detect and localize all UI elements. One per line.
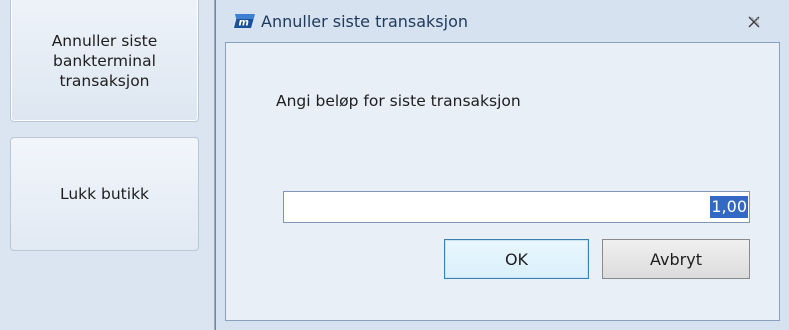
amount-input[interactable]: 1,00 [283, 191, 750, 223]
ok-button[interactable]: OK [444, 239, 589, 279]
close-store-label: Lukk butikk [59, 185, 150, 203]
cancel-last-terminal-transaction-button[interactable]: Annuller siste bankterminal transaksjon [10, 0, 199, 122]
cancel-transaction-dialog: m Annuller siste transaksjon Angi beløp … [215, 0, 789, 330]
ok-label: OK [504, 249, 529, 269]
dialog-title: Annuller siste transaksjon [261, 12, 468, 31]
cancel-button[interactable]: Avbryt [602, 239, 750, 279]
side-panel: Annuller siste bankterminal transaksjon … [0, 0, 215, 330]
cancel-last-terminal-transaction-label: Annuller siste bankterminal transaksjon [51, 32, 158, 90]
cancel-label: Avbryt [650, 249, 702, 269]
close-icon [748, 16, 760, 28]
amount-prompt: Angi beløp for siste transaksjon [276, 92, 521, 110]
svg-text:m: m [239, 18, 249, 29]
amount-value: 1,00 [710, 196, 748, 218]
app-logo-icon: m [234, 14, 255, 29]
close-button[interactable] [744, 12, 764, 32]
dialog-content: Angi beløp for siste transaksjon 1,00 OK… [225, 42, 780, 321]
close-store-button[interactable]: Lukk butikk [10, 137, 199, 251]
dialog-titlebar[interactable]: m Annuller siste transaksjon [216, 0, 789, 40]
